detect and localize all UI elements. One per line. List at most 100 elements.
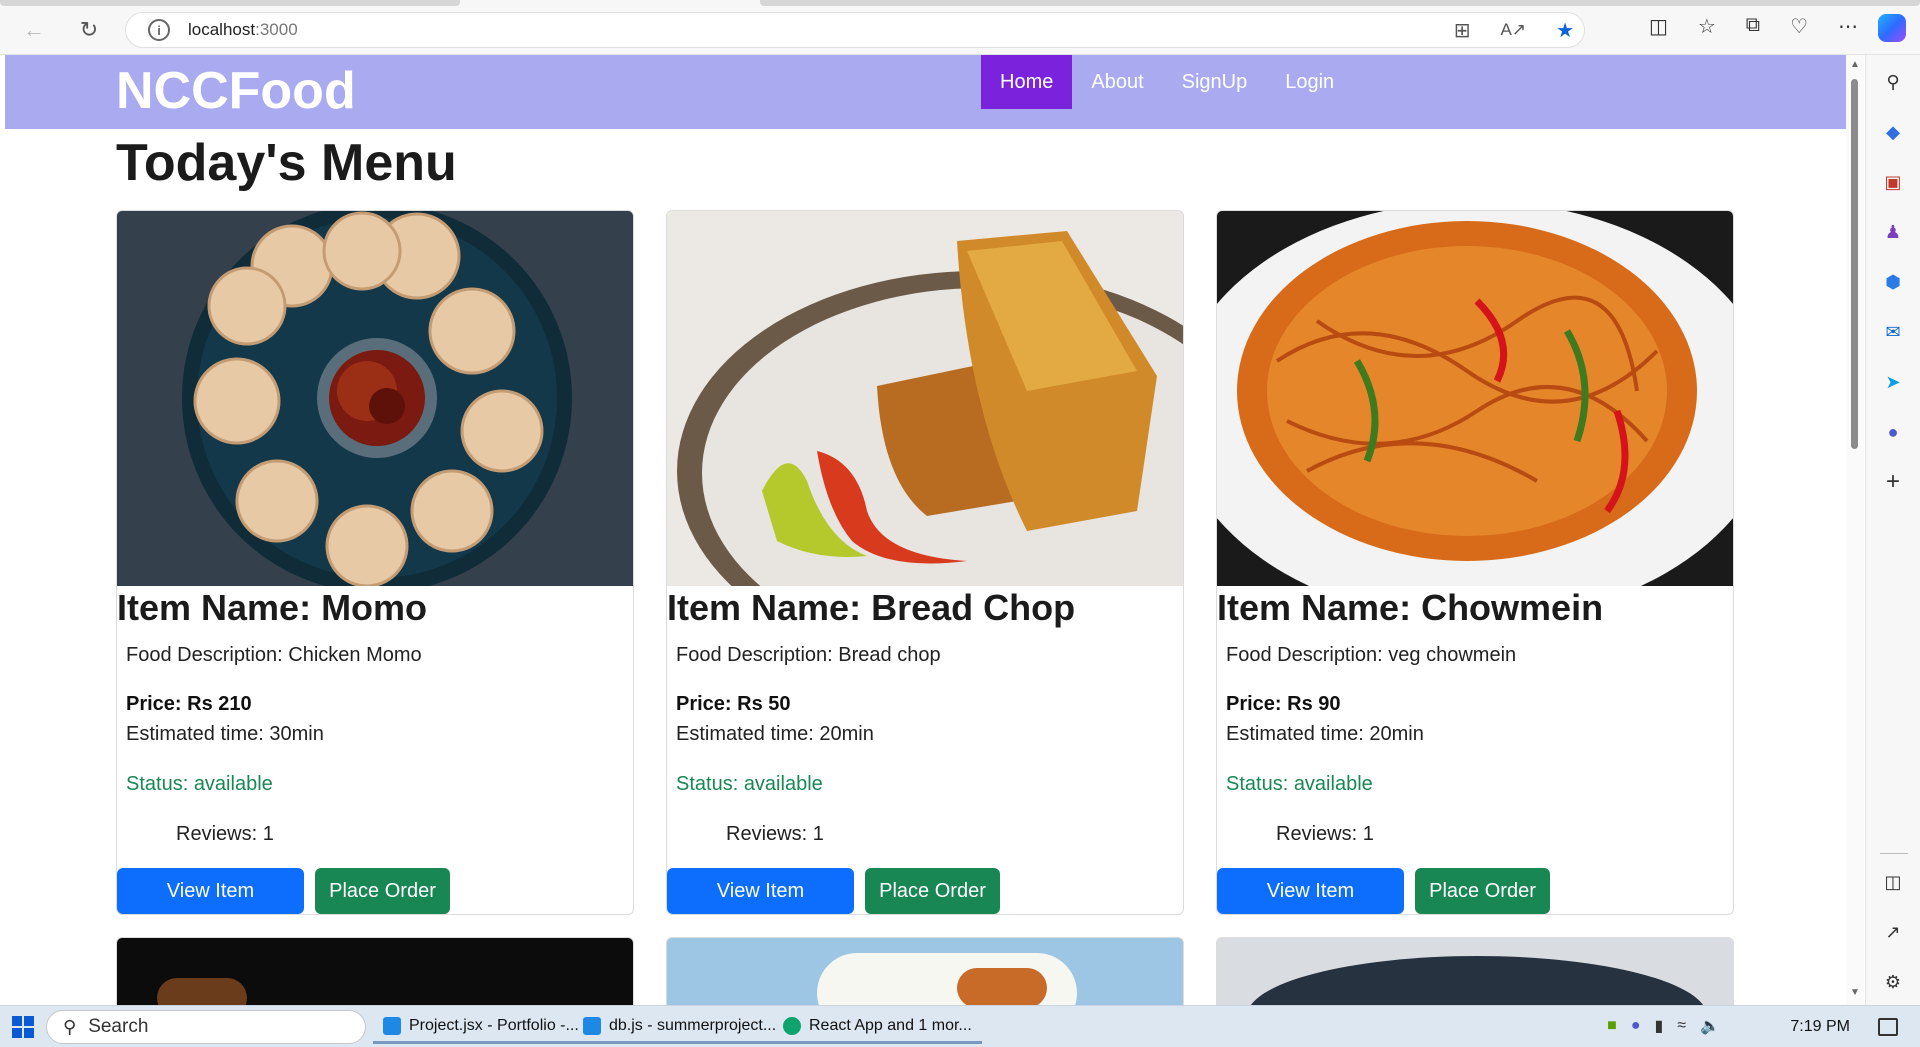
system-tray: ■ ● ▮ ≈ 🔈 bbox=[1607, 1016, 1720, 1036]
collections-icon[interactable]: ⧉ bbox=[1746, 14, 1760, 39]
external-link-icon[interactable]: ↗ bbox=[1880, 919, 1906, 945]
nav-login[interactable]: Login bbox=[1266, 55, 1353, 109]
volume-icon[interactable]: 🔈 bbox=[1700, 1016, 1720, 1036]
address-bar[interactable]: i localhost:3000 ⊞ A↗ ★ bbox=[125, 12, 1585, 48]
address-url[interactable]: localhost:3000 bbox=[188, 20, 298, 40]
place-order-button[interactable]: Place Order bbox=[315, 868, 450, 914]
page-title: Today's Menu bbox=[116, 134, 457, 192]
microsoft365-icon[interactable]: ⬢ bbox=[1880, 269, 1906, 295]
menu-card-partial bbox=[1216, 937, 1734, 1005]
taskbar-app-label: db.js - summerproject... bbox=[609, 1016, 777, 1034]
scroll-down-icon[interactable]: ▼ bbox=[1850, 987, 1860, 998]
taskbar-search-label: Search bbox=[88, 1016, 149, 1037]
settings-gear-icon[interactable]: ⚙ bbox=[1880, 969, 1906, 995]
brand-logo[interactable]: NCCFood bbox=[116, 61, 356, 121]
site-navbar: NCCFood Home About SignUp Login bbox=[5, 55, 1846, 129]
place-order-button[interactable]: Place Order bbox=[1415, 868, 1550, 914]
chowmein-photo bbox=[1217, 211, 1733, 586]
teams-icon[interactable]: ● bbox=[1880, 419, 1906, 445]
sidebar-divider bbox=[1880, 853, 1908, 854]
performance-icon[interactable]: ♡ bbox=[1790, 14, 1808, 39]
taskbar-search[interactable]: ⚲ Search bbox=[46, 1010, 366, 1044]
item-time: Estimated time: 20min bbox=[676, 723, 874, 745]
item-description: Food Description: Bread chop bbox=[676, 644, 941, 666]
battery-icon[interactable]: ▮ bbox=[1654, 1016, 1663, 1036]
nav-links: Home About SignUp Login bbox=[981, 55, 1353, 109]
partial-food-image bbox=[1247, 956, 1707, 1005]
drop-icon[interactable]: ➤ bbox=[1880, 369, 1906, 395]
info-icon[interactable]: i bbox=[148, 19, 170, 41]
taskbar-clock[interactable]: 7:19 PM bbox=[1790, 1018, 1850, 1036]
url-port: :3000 bbox=[255, 20, 298, 39]
split-screen-icon[interactable]: ◫ bbox=[1649, 14, 1668, 39]
item-name: Item Name: Bread Chop bbox=[667, 587, 1076, 628]
view-item-button[interactable]: View Item bbox=[117, 868, 304, 914]
taskbar-app-label: Project.jsx - Portfolio -... bbox=[409, 1016, 579, 1034]
copilot-icon[interactable] bbox=[1878, 14, 1906, 42]
scroll-up-icon[interactable]: ▲ bbox=[1850, 59, 1860, 70]
nav-home[interactable]: Home bbox=[981, 55, 1073, 109]
item-name: Item Name: Momo bbox=[117, 587, 428, 628]
place-order-button[interactable]: Place Order bbox=[865, 868, 1000, 914]
momo-photo bbox=[117, 211, 633, 586]
outlook-icon[interactable]: ✉ bbox=[1880, 319, 1906, 345]
item-reviews: Reviews: 1 bbox=[726, 823, 824, 845]
bread-chop-image bbox=[667, 211, 1183, 586]
page-viewport: NCCFood Home About SignUp Login Today's … bbox=[5, 55, 1846, 1005]
taskbar-app-label: React App and 1 mor... bbox=[809, 1016, 972, 1034]
item-price: Price: Rs 50 bbox=[676, 693, 791, 715]
url-host: localhost bbox=[188, 20, 256, 39]
bread-chop-photo bbox=[667, 211, 1183, 586]
favorite-star-icon[interactable]: ★ bbox=[1556, 18, 1574, 43]
app-grid-icon[interactable]: ⊞ bbox=[1454, 18, 1471, 43]
item-reviews: Reviews: 1 bbox=[1276, 823, 1374, 845]
item-name: Item Name: Chowmein bbox=[1217, 587, 1604, 628]
menu-card-chowmein: Item Name: Chowmein Food Description: ve… bbox=[1216, 210, 1734, 915]
menu-card-bread-chop: Item Name: Bread Chop Food Description: … bbox=[666, 210, 1184, 915]
teams-tray-icon[interactable]: ● bbox=[1631, 1017, 1641, 1035]
partial-food-image bbox=[957, 968, 1047, 1005]
wifi-icon[interactable]: ≈ bbox=[1677, 1017, 1686, 1035]
tools-icon[interactable]: ▣ bbox=[1880, 169, 1906, 195]
item-price: Price: Rs 210 bbox=[126, 693, 252, 715]
scroll-thumb[interactable] bbox=[1851, 79, 1858, 449]
back-icon[interactable]: ← bbox=[18, 14, 50, 46]
menu-card-momo: Item Name: Momo Food Description: Chicke… bbox=[116, 210, 634, 915]
menu-card-partial bbox=[116, 937, 634, 1005]
edge-icon bbox=[783, 1016, 801, 1035]
search-icon: ⚲ bbox=[63, 1016, 77, 1037]
games-icon[interactable]: ♟ bbox=[1880, 219, 1906, 245]
momo-image bbox=[117, 211, 633, 586]
sidebar-toggle-icon[interactable]: ◫ bbox=[1880, 869, 1906, 895]
taskbar-app-edge[interactable]: React App and 1 mor... bbox=[773, 1010, 982, 1044]
favorites-icon[interactable]: ☆ bbox=[1698, 14, 1716, 39]
nvidia-icon[interactable]: ■ bbox=[1607, 1017, 1617, 1035]
windows-start-icon[interactable] bbox=[12, 1016, 34, 1038]
partial-food-image bbox=[157, 978, 247, 1005]
item-reviews: Reviews: 1 bbox=[176, 823, 274, 845]
edge-sidebar: ⚲ ◆ ▣ ♟ ⬢ ✉ ➤ ● + ◫ ↗ ⚙ bbox=[1865, 55, 1920, 1005]
item-description: Food Description: Chicken Momo bbox=[126, 644, 422, 666]
item-status: Status: available bbox=[676, 773, 823, 795]
notification-icon[interactable] bbox=[1878, 1018, 1898, 1036]
menu-card-partial bbox=[666, 937, 1184, 1005]
item-time: Estimated time: 30min bbox=[126, 723, 324, 745]
shopping-icon[interactable]: ◆ bbox=[1880, 119, 1906, 145]
view-item-button[interactable]: View Item bbox=[1217, 868, 1404, 914]
item-status: Status: available bbox=[126, 773, 273, 795]
add-icon[interactable]: + bbox=[1880, 468, 1906, 495]
nav-about[interactable]: About bbox=[1072, 55, 1162, 109]
item-time: Estimated time: 20min bbox=[1226, 723, 1424, 745]
read-aloud-icon[interactable]: A↗ bbox=[1500, 20, 1526, 40]
view-item-button[interactable]: View Item bbox=[667, 868, 854, 914]
taskbar-app-vscode-db[interactable]: db.js - summerproject... bbox=[573, 1010, 787, 1044]
refresh-icon[interactable]: ↻ bbox=[73, 14, 105, 46]
search-icon[interactable]: ⚲ bbox=[1880, 69, 1906, 95]
nav-signup[interactable]: SignUp bbox=[1163, 55, 1267, 109]
taskbar-app-vscode-project[interactable]: Project.jsx - Portfolio -... bbox=[373, 1010, 589, 1044]
browser-toolbar: ← ↻ i localhost:3000 ⊞ A↗ ★ ◫ ☆ ⧉ ♡ ⋯ bbox=[0, 0, 1920, 55]
more-icon[interactable]: ⋯ bbox=[1838, 14, 1858, 39]
vscode-icon bbox=[383, 1016, 401, 1035]
page-scrollbar[interactable]: ▲ ▼ bbox=[1846, 55, 1864, 1005]
item-status: Status: available bbox=[1226, 773, 1373, 795]
